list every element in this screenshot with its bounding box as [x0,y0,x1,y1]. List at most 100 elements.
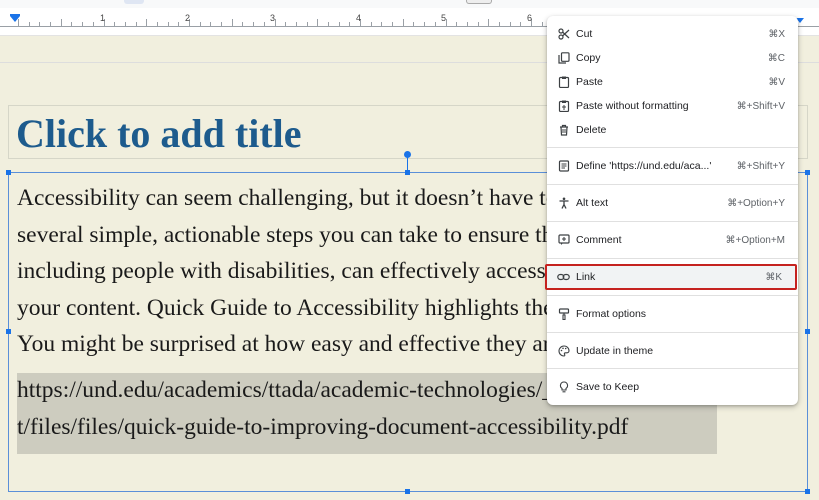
menu-label: Copy [576,52,601,64]
ruler-tick [424,22,425,26]
ruler-tick [446,19,447,26]
resize-handle-left[interactable] [6,329,11,334]
ruler-tick [328,22,329,26]
menu-item-cut[interactable]: Cut ⌘X [547,22,798,46]
resize-handle-bottom[interactable] [405,489,410,494]
ruler-tick [456,22,457,26]
ruler-tick [499,22,500,26]
ruler-tick [339,22,340,26]
copy-icon [557,52,570,65]
ruler-tick [510,22,511,26]
ruler-tick [71,22,72,26]
ruler-tick [285,22,286,26]
ruler-tick [61,19,62,26]
ruler-tick [125,22,126,26]
ruler-tick [307,22,308,26]
ruler-tick [242,22,243,26]
ruler-tick [114,22,115,26]
ruler-number: 5 [441,13,447,23]
ruler-tick [82,22,83,26]
slide-title[interactable]: Click to add title [16,110,302,157]
resize-handle-top[interactable] [405,170,410,175]
lightbulb-icon [557,381,570,394]
ruler-tick [349,22,350,26]
ruler-tick [296,22,297,26]
ruler-number: 6 [527,13,533,23]
menu-separator [547,295,798,296]
clipboard-plain-icon [557,100,570,113]
link-icon [557,271,570,284]
menu-item-update-in-theme[interactable]: Update in theme [547,339,798,363]
menu-label: Paste without formatting [576,100,689,112]
ruler-tick [39,22,40,26]
format-paint-icon [557,308,570,321]
menu-shortcut: ⌘C [767,52,785,64]
ruler-tick [221,22,222,26]
menu-separator [547,258,798,259]
ruler-tick [403,19,404,26]
context-menu: Cut ⌘X Copy ⌘C Paste ⌘V Paste without fo… [545,16,798,405]
comment-icon [557,234,570,247]
clipboard-icon [557,76,570,89]
toolbar-edge [0,0,819,8]
menu-label: Update in theme [576,345,654,357]
trash-icon [557,124,570,137]
menu-item-comment[interactable]: Comment ⌘+Option+M [547,228,798,252]
ruler-tick [157,22,158,26]
menu-label: Paste [576,76,603,88]
ruler-tick [371,22,372,26]
rotation-handle[interactable] [404,151,411,158]
ruler-tick [381,22,382,26]
menu-label: Link [576,271,596,283]
resize-handle-top-right[interactable] [805,170,810,175]
ruler-tick [520,22,521,26]
menu-item-delete[interactable]: Delete [547,118,798,142]
menu-item-format-options[interactable]: Format options [547,302,798,326]
ruler-number: 3 [270,13,276,23]
menu-shortcut: ⌘V [768,76,785,88]
menu-item-copy[interactable]: Copy ⌘C [547,46,798,70]
menu-label: Comment [576,234,622,246]
menu-item-paste-without-formatting[interactable]: Paste without formatting ⌘+Shift+V [547,94,798,118]
ruler-tick [178,22,179,26]
menu-label: Define 'https://und.edu/aca...' [576,160,712,172]
ruler-number: 4 [356,13,362,23]
ruler-tick [146,19,147,26]
resize-handle-bottom-right[interactable] [805,489,810,494]
book-icon [557,160,570,173]
ruler-tick [413,22,414,26]
menu-item-paste[interactable]: Paste ⌘V [547,70,798,94]
menu-shortcut: ⌘K [765,271,782,283]
ruler-tick [264,22,265,26]
menu-separator [547,184,798,185]
ruler-tick [478,22,479,26]
menu-separator [547,221,798,222]
ruler-tick [29,22,30,26]
menu-item-define[interactable]: Define 'https://und.edu/aca...' ⌘+Shift+… [547,154,798,178]
menu-label: Save to Keep [576,381,640,393]
ruler-tick [210,22,211,26]
ruler-tick [136,22,137,26]
left-indent-marker[interactable] [10,16,20,22]
ruler-tick [392,22,393,26]
menu-label: Cut [576,28,593,40]
ruler-tick [467,22,468,26]
menu-item-alt-text[interactable]: Alt text ⌘+Option+Y [547,191,798,215]
ruler-tick [232,19,233,26]
palette-icon [557,345,570,358]
menu-item-link[interactable]: Link ⌘K [545,264,797,290]
menu-shortcut: ⌘+Option+M [725,234,785,246]
ruler-number: 2 [185,13,191,23]
scissors-icon [557,28,570,41]
ruler-tick [435,22,436,26]
resize-handle-top-left[interactable] [6,170,11,175]
menu-label: Format options [576,308,647,320]
menu-shortcut: ⌘X [768,28,785,40]
ruler-tick [542,22,543,26]
menu-item-save-to-keep[interactable]: Save to Keep [547,375,798,399]
ruler-tick [275,19,276,26]
ruler-tick [253,22,254,26]
url-line: t/files/files/quick-guide-to-improving-d… [17,414,629,440]
menu-separator [547,332,798,333]
ruler-tick [200,22,201,26]
